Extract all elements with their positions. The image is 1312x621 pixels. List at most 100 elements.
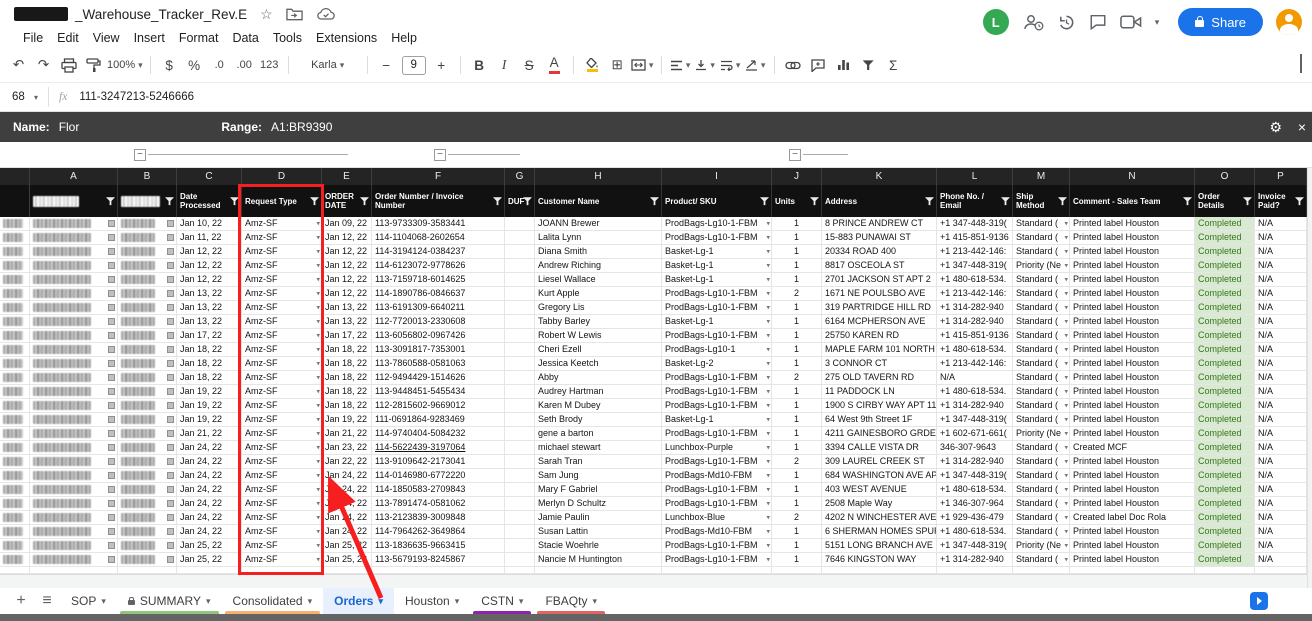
cell-i[interactable]: Basket-Lg-1▾ (662, 259, 772, 273)
increase-font-size-button[interactable]: + (430, 53, 453, 77)
cell-l[interactable]: +1 314-282-940 (937, 553, 1013, 567)
cell-c[interactable]: Jan 10, 22 (177, 217, 242, 231)
menu-format[interactable]: Format (172, 30, 226, 46)
cell-p[interactable]: N/A (1255, 343, 1307, 357)
cell-k[interactable]: 275 OLD TAVERN RD (822, 371, 937, 385)
cell-c[interactable]: Jan 24, 22 (177, 441, 242, 455)
dropdown-arrow-icon[interactable]: ▾ (316, 301, 320, 314)
borders-button[interactable]: ⊞ (606, 53, 629, 77)
dropdown-arrow-icon[interactable]: ▾ (766, 525, 770, 538)
cell-a[interactable] (30, 259, 118, 273)
cell-f[interactable]: 113-2123839-3009848 (372, 511, 505, 525)
cell-d[interactable]: Amz-SF▾ (242, 427, 322, 441)
dropdown-arrow-icon[interactable]: ▾ (316, 469, 320, 482)
cell-o[interactable]: Completed (1195, 497, 1255, 511)
font-size-input[interactable]: 9 (402, 56, 426, 75)
cell-b[interactable] (118, 357, 177, 371)
dropdown-arrow-icon[interactable]: ▾ (316, 539, 320, 552)
create-filter-button[interactable] (857, 53, 880, 77)
cell-k[interactable]: 4202 N WINCHESTER AVE (822, 511, 937, 525)
cell-h[interactable]: gene a barton (535, 427, 662, 441)
cell-k[interactable]: 25750 KAREN RD (822, 329, 937, 343)
cell-n[interactable]: Printed label Houston (1070, 539, 1195, 553)
cell-l[interactable]: +1 602-671-661( (937, 427, 1013, 441)
cell-g[interactable] (505, 287, 535, 301)
cell-g[interactable] (505, 315, 535, 329)
horizontal-align-button[interactable]: ▾ (669, 53, 692, 77)
row-number-cell[interactable] (0, 343, 30, 357)
cell-l[interactable]: +1 314-282-940 (937, 399, 1013, 413)
cell-h[interactable]: Sam Jung (535, 469, 662, 483)
column-letter-C[interactable]: C (177, 168, 242, 185)
cell-i[interactable]: ProdBags-Lg10-1-FBM▾ (662, 301, 772, 315)
column-group-collapse-1[interactable]: − (134, 149, 146, 161)
filter-icon[interactable] (810, 197, 819, 206)
cell-m[interactable]: Standard (▾ (1013, 385, 1070, 399)
cell-a[interactable] (30, 497, 118, 511)
cell-d[interactable]: Amz-SF▾ (242, 483, 322, 497)
cell-e[interactable]: Jan 09, 22 (322, 217, 372, 231)
dropdown-arrow-icon[interactable]: ▾ (766, 539, 770, 552)
cell-o[interactable]: Completed (1195, 343, 1255, 357)
column-letter-G[interactable]: G (505, 168, 535, 185)
cell-e[interactable]: Jan 18, 22 (322, 385, 372, 399)
dropdown-arrow-icon[interactable]: ▾ (766, 413, 770, 426)
column-group-collapse-3[interactable]: − (789, 149, 801, 161)
cell-c[interactable]: Jan 12, 22 (177, 259, 242, 273)
cell-b[interactable] (118, 413, 177, 427)
redo-button[interactable]: ↷ (32, 53, 55, 77)
cell-d[interactable]: Amz-SF▾ (242, 511, 322, 525)
cell-e[interactable]: Jan 18, 22 (322, 343, 372, 357)
cell-i[interactable]: ProdBags-Lg10-1-FBM▾ (662, 497, 772, 511)
dropdown-arrow-icon[interactable]: ▾ (316, 525, 320, 538)
cell-e[interactable]: Jan 24, 22 (322, 525, 372, 539)
row-number-cell[interactable] (0, 329, 30, 343)
cell-g[interactable] (505, 385, 535, 399)
cell-o[interactable]: Completed (1195, 301, 1255, 315)
row-number-cell[interactable] (0, 441, 30, 455)
cell-b[interactable] (118, 553, 177, 567)
cell-n[interactable]: Printed label Houston (1070, 455, 1195, 469)
cell-j[interactable]: 1 (772, 553, 822, 567)
cell-g[interactable] (505, 553, 535, 567)
cell-f[interactable]: 114-5622439-3197064 (372, 441, 505, 455)
cell-i[interactable]: ProdBags-Lg10-1-FBM▾ (662, 231, 772, 245)
cell-d[interactable]: Amz-SF▾ (242, 357, 322, 371)
comment-history-icon[interactable] (1089, 13, 1107, 31)
insert-chart-button[interactable] (832, 53, 855, 77)
cell-m[interactable]: Standard (▾ (1013, 483, 1070, 497)
column-letter-K[interactable]: K (822, 168, 937, 185)
cell-m[interactable]: Standard (▾ (1013, 497, 1070, 511)
cell-a[interactable] (30, 553, 118, 567)
filter-icon[interactable] (493, 197, 502, 206)
cell-e[interactable]: Jan 25, 22 (322, 553, 372, 567)
cell-f[interactable]: 112-7720013-2330608 (372, 315, 505, 329)
tab-summary[interactable]: SUMMARY▾ (117, 588, 222, 614)
dropdown-arrow-icon[interactable]: ▾ (1064, 231, 1068, 244)
cell-b[interactable] (118, 385, 177, 399)
cell-o[interactable]: Completed (1195, 245, 1255, 259)
cell-e[interactable]: Jan 12, 22 (322, 245, 372, 259)
cell-d[interactable]: Amz-SF▾ (242, 315, 322, 329)
column-header-I[interactable]: Product/ SKU (662, 185, 772, 217)
cell-c[interactable]: Jan 24, 22 (177, 525, 242, 539)
filter-view-name-value[interactable]: Flor (59, 120, 80, 134)
cell-c[interactable]: Jan 12, 22 (177, 273, 242, 287)
cell-f[interactable]: 114-3194124-0384237 (372, 245, 505, 259)
cell-d[interactable]: Amz-SF▾ (242, 245, 322, 259)
cell-p[interactable]: N/A (1255, 259, 1307, 273)
column-header-M[interactable]: Ship Method (1013, 185, 1070, 217)
bold-button[interactable]: B (468, 53, 491, 77)
cell-b[interactable] (118, 259, 177, 273)
cell-i[interactable]: ProdBags-Lg10-1-FBM▾ (662, 483, 772, 497)
dropdown-arrow-icon[interactable]: ▾ (1064, 441, 1068, 454)
cell-g[interactable] (505, 371, 535, 385)
cell-h[interactable]: Abby (535, 371, 662, 385)
cell-n[interactable]: Printed label Houston (1070, 357, 1195, 371)
menu-view[interactable]: View (86, 30, 127, 46)
more-formats-button[interactable]: 123 (258, 53, 281, 77)
cell-l[interactable]: +1 929-436-479 (937, 511, 1013, 525)
cell-k[interactable]: 4211 GAINESBORO GRDE (822, 427, 937, 441)
menu-file[interactable]: File (16, 30, 50, 46)
cell-o[interactable]: Completed (1195, 399, 1255, 413)
